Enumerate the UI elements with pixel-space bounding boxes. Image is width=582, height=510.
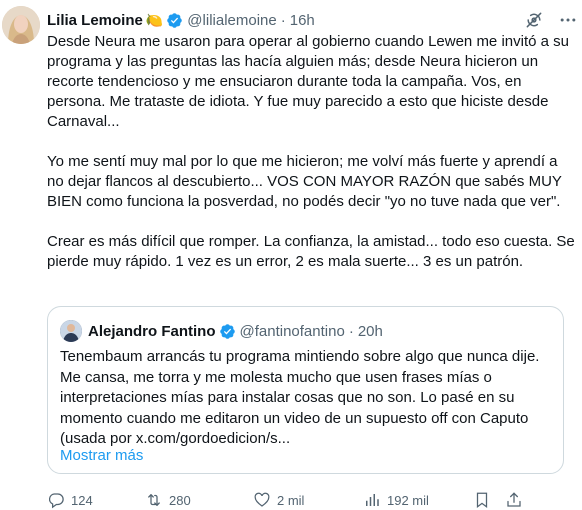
tweet-text: Desde Neura me usaron para operar al gob… bbox=[47, 32, 575, 292]
repost-count: 280 bbox=[169, 492, 191, 508]
author-handle[interactable]: @lilialemoine bbox=[187, 12, 276, 29]
like-count: 2 mil bbox=[277, 492, 305, 508]
like-icon bbox=[253, 491, 271, 509]
tweet[interactable]: Lilia Lemoine 🍋 @lilialemoine · 16h Desd… bbox=[0, 0, 582, 509]
reply-button[interactable]: 124 bbox=[47, 491, 145, 509]
reply-count: 124 bbox=[71, 492, 93, 508]
quote-author-handle: @fantinofantino bbox=[239, 322, 345, 340]
quoted-tweet[interactable]: Alejandro Fantino @fantinofantino · 20h … bbox=[47, 306, 564, 474]
lemon-emoji: 🍋 bbox=[145, 11, 164, 28]
author-avatar[interactable] bbox=[2, 6, 40, 44]
views-button[interactable]: 192 mil bbox=[363, 491, 473, 509]
views-count: 192 mil bbox=[387, 492, 429, 508]
quote-text: Tenembaum arrancás tu programa mintiendo… bbox=[60, 348, 540, 447]
tweet-paragraph: Desde Neura me usaron para operar al gob… bbox=[47, 33, 569, 130]
repost-button[interactable]: 280 bbox=[145, 491, 253, 509]
verified-badge-icon bbox=[166, 12, 183, 29]
separator-dot: · bbox=[280, 11, 286, 29]
tweet-header: Lilia Lemoine 🍋 @lilialemoine · 16h bbox=[47, 10, 315, 30]
like-button[interactable]: 2 mil bbox=[253, 491, 363, 509]
share-icon[interactable] bbox=[505, 491, 523, 509]
quote-avatar bbox=[60, 320, 82, 342]
tweet-paragraph: Yo me sentí muy mal por lo que me hicier… bbox=[47, 153, 562, 210]
tweet-time[interactable]: 16h bbox=[290, 12, 315, 29]
reply-icon bbox=[47, 491, 65, 509]
quote-author-name: Alejandro Fantino bbox=[88, 322, 216, 340]
action-bar: 124 280 2 mil 192 mil bbox=[47, 490, 577, 510]
tweet-paragraph: Crear es más difícil que romper. La conf… bbox=[47, 233, 575, 270]
verified-badge-icon bbox=[219, 323, 236, 340]
author-name[interactable]: Lilia Lemoine bbox=[47, 12, 143, 29]
quote-time: 20h bbox=[357, 322, 383, 340]
quote-header: Alejandro Fantino @fantinofantino · 20h bbox=[60, 320, 383, 342]
show-more-link[interactable]: Mostrar más bbox=[60, 447, 143, 464]
separator-dot: · bbox=[348, 322, 354, 340]
views-icon bbox=[363, 491, 381, 509]
bookmark-icon[interactable] bbox=[473, 491, 491, 509]
repost-icon bbox=[145, 491, 163, 509]
share-actions bbox=[473, 491, 523, 509]
